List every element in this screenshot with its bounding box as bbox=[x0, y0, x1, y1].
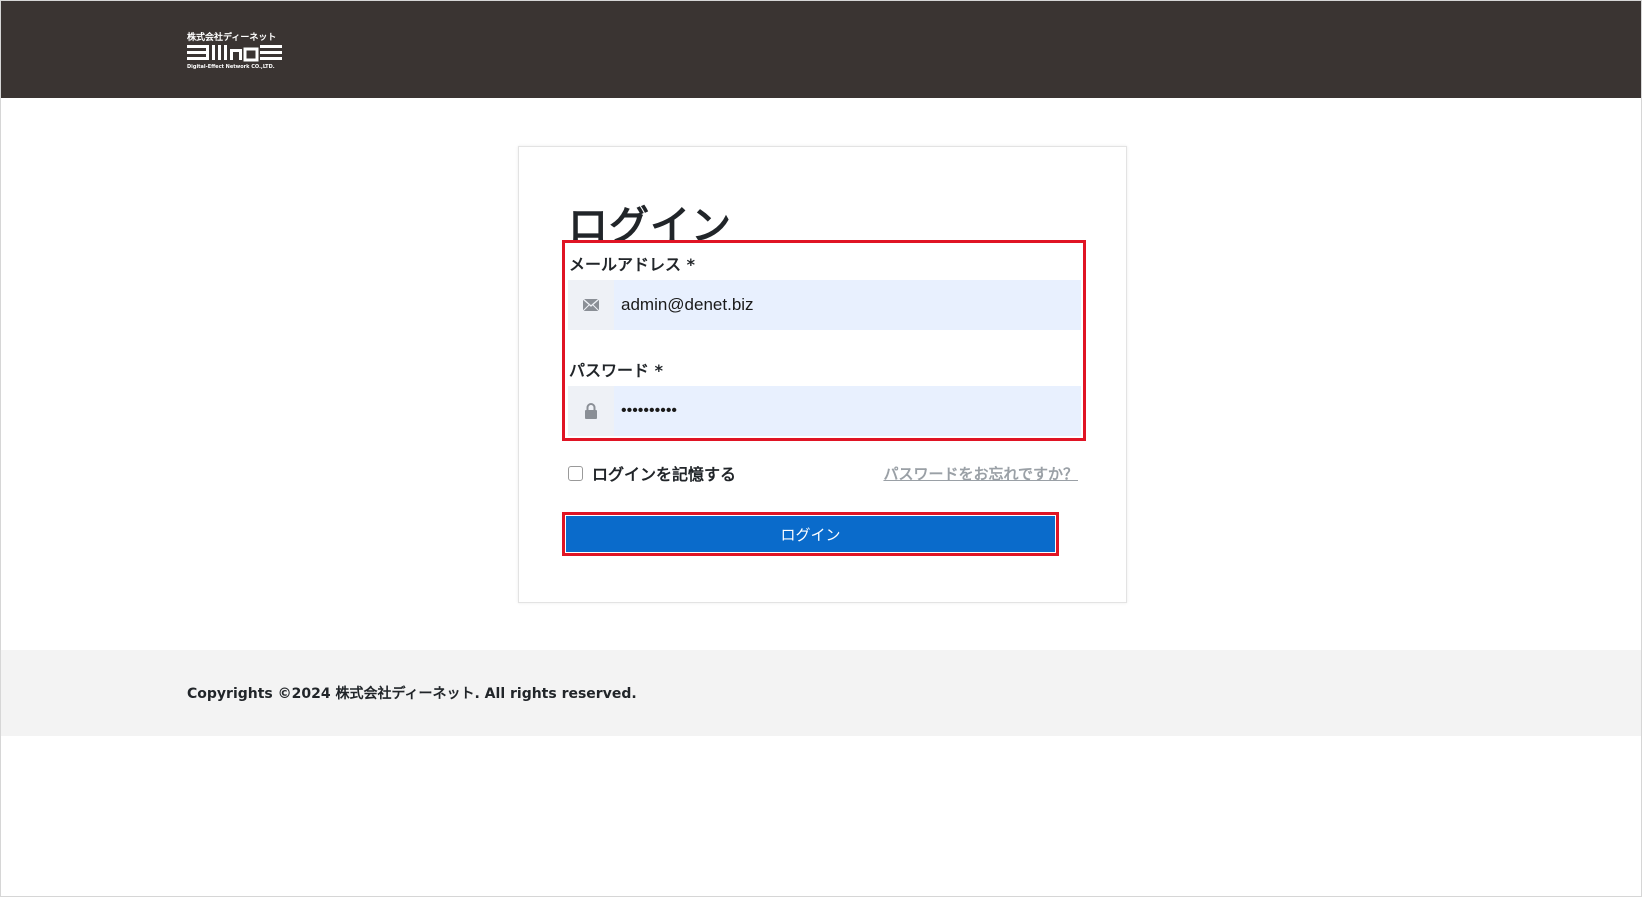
site-header: 株式会社ディーネット Digital-Effect Network CO.,LT… bbox=[1, 1, 1641, 98]
email-input-group bbox=[568, 280, 1081, 330]
company-logo[interactable]: 株式会社ディーネット Digital-Effect Network CO.,LT… bbox=[187, 31, 283, 71]
email-field[interactable] bbox=[614, 280, 1081, 330]
denet-logo-graphic: 株式会社ディーネット Digital-Effect Network CO.,LT… bbox=[187, 31, 282, 70]
remember-checkbox[interactable] bbox=[568, 465, 583, 481]
login-card: ログイン メールアドレス * パスワード * bbox=[518, 146, 1127, 603]
copyright-text: Copyrights ©2024 株式会社ディーネット. All rights … bbox=[187, 686, 637, 702]
login-button[interactable]: ログイン bbox=[566, 516, 1055, 552]
password-label: パスワード * bbox=[569, 361, 663, 380]
password-input-group bbox=[568, 386, 1081, 436]
email-label: メールアドレス * bbox=[569, 255, 695, 274]
login-page: 株式会社ディーネット Digital-Effect Network CO.,LT… bbox=[0, 0, 1642, 897]
password-field[interactable] bbox=[614, 386, 1081, 436]
remember-label: ログインを記憶する bbox=[592, 465, 737, 484]
lock-icon bbox=[568, 386, 614, 436]
svg-text:Digital-Effect Network CO.,LTD: Digital-Effect Network CO.,LTD. bbox=[187, 64, 275, 70]
envelope-icon bbox=[568, 280, 614, 330]
site-footer: Copyrights ©2024 株式会社ディーネット. All rights … bbox=[1, 650, 1641, 736]
forgot-password-link[interactable]: パスワードをお忘れですか？ bbox=[883, 463, 1078, 484]
remember-me[interactable]: ログインを記憶する bbox=[568, 463, 737, 484]
svg-text:株式会社ディーネット: 株式会社ディーネット bbox=[187, 31, 276, 43]
